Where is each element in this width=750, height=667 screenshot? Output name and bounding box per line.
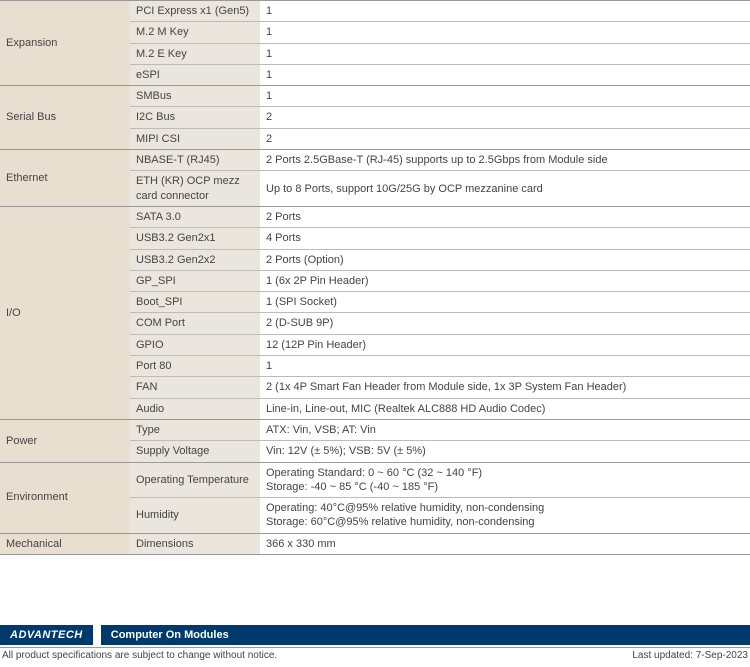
category-cell: Power xyxy=(0,419,130,462)
spec-value-cell: 12 (12P Pin Header) xyxy=(260,334,750,355)
footer-bar: ADVANTECH Computer On Modules xyxy=(0,625,750,645)
spec-value-cell: Vin: 12V (± 5%); VSB: 5V (± 5%) xyxy=(260,441,750,462)
brand-logo: ADVANTECH xyxy=(0,625,93,645)
spec-sub-cell: Boot_SPI xyxy=(130,292,260,313)
spec-value-cell: 1 (SPI Socket) xyxy=(260,292,750,313)
category-cell: Environment xyxy=(0,462,130,533)
spec-sub-cell: Port 80 xyxy=(130,356,260,377)
spec-sub-cell: USB3.2 Gen2x2 xyxy=(130,249,260,270)
spec-sub-cell: Operating Temperature xyxy=(130,462,260,498)
spec-value-cell: Operating: 40°C@95% relative humidity, n… xyxy=(260,498,750,534)
category-cell: Ethernet xyxy=(0,150,130,207)
spec-value-cell: 2 xyxy=(260,128,750,149)
spec-sub-cell: PCI Express x1 (Gen5) xyxy=(130,1,260,22)
spec-sub-cell: FAN xyxy=(130,377,260,398)
category-cell: Serial Bus xyxy=(0,86,130,150)
spec-sub-cell: Supply Voltage xyxy=(130,441,260,462)
spec-sub-cell: SATA 3.0 xyxy=(130,206,260,227)
spec-value-cell: 2 (D-SUB 9P) xyxy=(260,313,750,334)
footer-subtitle: Computer On Modules xyxy=(101,625,750,645)
disclaimer-text: All product specifications are subject t… xyxy=(2,650,277,661)
spec-value-cell: Operating Standard: 0 ~ 60 °C (32 ~ 140 … xyxy=(260,462,750,498)
spec-value-cell: 2 (1x 4P Smart Fan Header from Module si… xyxy=(260,377,750,398)
spec-sub-cell: USB3.2 Gen2x1 xyxy=(130,228,260,249)
category-cell: Expansion xyxy=(0,1,130,86)
spec-sub-cell: MIPI CSI xyxy=(130,128,260,149)
spec-sub-cell: GPIO xyxy=(130,334,260,355)
spec-value-cell: 1 xyxy=(260,43,750,64)
spec-value-cell: ATX: Vin, VSB; AT: Vin xyxy=(260,419,750,440)
footnote: All product specifications are subject t… xyxy=(0,647,750,667)
category-cell: I/O xyxy=(0,206,130,419)
spec-sub-cell: Type xyxy=(130,419,260,440)
spec-table: ExpansionPCI Express x1 (Gen5)1M.2 M Key… xyxy=(0,0,750,555)
spec-value-cell: 1 (6x 2P Pin Header) xyxy=(260,270,750,291)
spec-sub-cell: eSPI xyxy=(130,64,260,85)
spec-sub-cell: M.2 E Key xyxy=(130,43,260,64)
category-cell: Mechanical xyxy=(0,533,130,554)
spec-value-cell: 1 xyxy=(260,1,750,22)
spec-value-cell: 1 xyxy=(260,356,750,377)
last-updated: Last updated: 7-Sep-2023 xyxy=(632,650,748,661)
spec-sub-cell: Humidity xyxy=(130,498,260,534)
spec-value-cell: 1 xyxy=(260,64,750,85)
spec-value-cell: 366 x 330 mm xyxy=(260,533,750,554)
spec-value-cell: Up to 8 Ports, support 10G/25G by OCP me… xyxy=(260,171,750,207)
spec-value-cell: 1 xyxy=(260,22,750,43)
spec-sub-cell: Audio xyxy=(130,398,260,419)
spec-sub-cell: NBASE-T (RJ45) xyxy=(130,150,260,171)
spec-value-cell: 2 xyxy=(260,107,750,128)
spec-sub-cell: GP_SPI xyxy=(130,270,260,291)
spec-value-cell: 2 Ports 2.5GBase-T (RJ-45) supports up t… xyxy=(260,150,750,171)
spec-sub-cell: COM Port xyxy=(130,313,260,334)
spec-sub-cell: Dimensions xyxy=(130,533,260,554)
spec-value-cell: Line-in, Line-out, MIC (Realtek ALC888 H… xyxy=(260,398,750,419)
spec-sub-cell: M.2 M Key xyxy=(130,22,260,43)
spec-value-cell: 1 xyxy=(260,86,750,107)
spec-value-cell: 2 Ports (Option) xyxy=(260,249,750,270)
spec-value-cell: 4 Ports xyxy=(260,228,750,249)
spec-sub-cell: I2C Bus xyxy=(130,107,260,128)
spec-sub-cell: ETH (KR) OCP mezz card connector xyxy=(130,171,260,207)
spec-sub-cell: SMBus xyxy=(130,86,260,107)
spec-value-cell: 2 Ports xyxy=(260,206,750,227)
